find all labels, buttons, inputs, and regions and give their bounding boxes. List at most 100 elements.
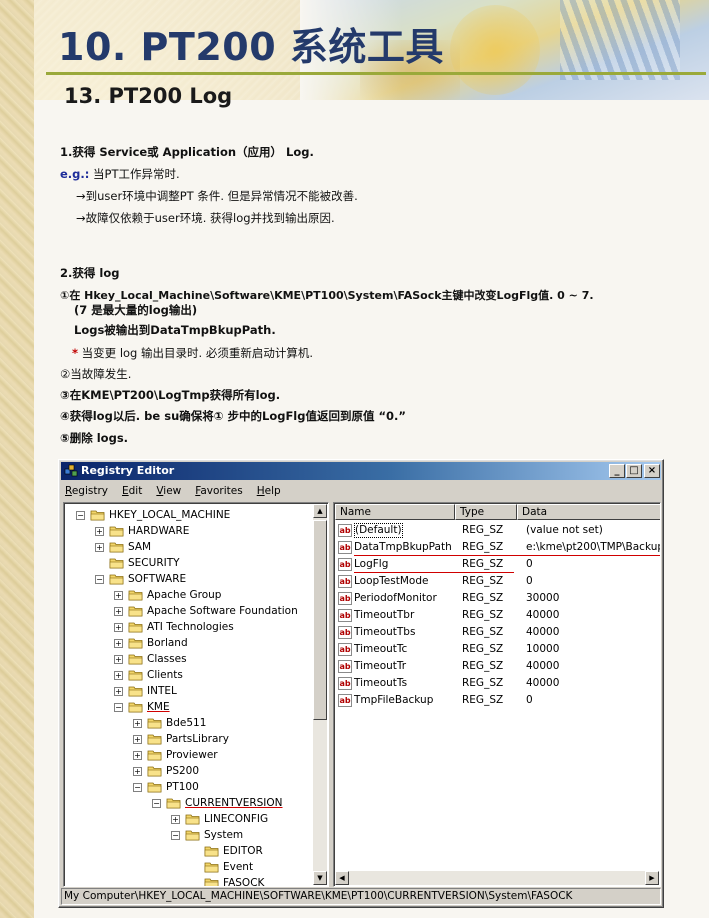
expand-icon[interactable]: + (133, 767, 142, 776)
expand-icon[interactable]: + (114, 591, 123, 600)
tree-item[interactable]: + ATI Technologies (64, 619, 314, 635)
value-row[interactable]: ab DataTmpBkupPath REG_SZ e:\kme\pt200\TMP\… (336, 539, 660, 556)
window-titlebar[interactable]: Registry Editor _ □ × (61, 462, 661, 480)
collapse-icon[interactable]: − (171, 831, 180, 840)
registry-editor-icon (64, 464, 78, 477)
tree-item[interactable]: SECURITY (64, 555, 314, 571)
tree-item-label: HARDWARE (128, 525, 190, 537)
list-header: Name Type Data (335, 504, 660, 520)
tree-vertical-scrollbar[interactable]: ▲ ▼ (313, 504, 327, 885)
value-row[interactable]: ab LogFlg REG_SZ 0 (336, 556, 656, 573)
close-button[interactable]: × (644, 464, 660, 478)
menu-item[interactable]: Favorites (193, 485, 244, 497)
folder-icon (128, 670, 143, 681)
expand-icon[interactable]: + (114, 655, 123, 664)
column-type-header[interactable]: Type (455, 504, 517, 520)
tree-item[interactable]: + PS200 (64, 763, 314, 779)
expand-icon[interactable]: + (133, 719, 142, 728)
collapse-icon[interactable]: − (95, 575, 104, 584)
expand-icon[interactable]: + (171, 815, 180, 824)
scroll-thumb[interactable] (313, 520, 327, 720)
collapse-icon[interactable]: − (152, 799, 161, 808)
value-type: REG_SZ (462, 541, 504, 553)
tree-item[interactable]: + Proviewer (64, 747, 314, 763)
logs-output-text: Logs被输出到DataTmpBkupPath. (74, 323, 276, 337)
column-name-header[interactable]: Name (335, 504, 455, 520)
tree-item[interactable]: − CURRENTVERSION (64, 795, 314, 811)
list-horizontal-scrollbar[interactable]: ◀ ▶ (335, 871, 659, 885)
value-row[interactable]: ab TimeoutTbs REG_SZ 40000 (336, 624, 656, 641)
menu-item[interactable]: Registry (63, 485, 110, 497)
value-row[interactable]: ab TimeoutTc REG_SZ 10000 (336, 641, 656, 658)
expand-icon[interactable]: + (133, 735, 142, 744)
tree-item-label: HKEY_LOCAL_MACHINE (109, 509, 231, 521)
expand-icon[interactable]: + (114, 623, 123, 632)
value-data: 30000 (526, 592, 560, 604)
value-data: 0 (526, 575, 533, 587)
string-value-icon: ab (338, 575, 352, 588)
tree-item[interactable]: + SAM (64, 539, 314, 555)
substep-1-note: (7 是最大量的log输出) (74, 303, 198, 317)
maximize-button[interactable]: □ (626, 464, 642, 478)
expand-icon[interactable]: + (133, 751, 142, 760)
highlight-underline (354, 572, 514, 573)
expand-icon[interactable]: + (95, 527, 104, 536)
tree-item[interactable]: + Clients (64, 667, 314, 683)
tree-item[interactable]: EDITOR (64, 843, 314, 859)
expand-icon[interactable]: + (114, 607, 123, 616)
collapse-icon[interactable]: − (76, 511, 85, 520)
menu-item[interactable]: Edit (120, 485, 144, 497)
value-data: 0 (526, 694, 533, 706)
value-row[interactable]: ab PeriodofMonitor REG_SZ 30000 (336, 590, 656, 607)
tree-item[interactable]: − KME (64, 699, 314, 715)
tree-item[interactable]: − SOFTWARE (64, 571, 314, 587)
tree-item[interactable]: + Apache Software Foundation (64, 603, 314, 619)
value-name: TimeoutTr (354, 660, 407, 672)
tree-item[interactable]: − HKEY_LOCAL_MACHINE (64, 507, 314, 523)
tree-item[interactable]: + LINECONFIG (64, 811, 314, 827)
expand-icon[interactable]: + (114, 687, 123, 696)
value-name: TimeoutTc (354, 643, 408, 655)
tree-item-label: System (204, 829, 244, 841)
value-data: e:\kme\pt200\TMP\Backup (526, 541, 661, 553)
string-value-icon: ab (338, 677, 352, 690)
expand-icon[interactable]: + (114, 671, 123, 680)
scroll-left-icon[interactable]: ◀ (335, 871, 349, 885)
scroll-up-icon[interactable]: ▲ (313, 504, 327, 518)
registry-tree[interactable]: ▲ ▼ − HKEY_LOCAL_MACHINE + HARDWARE + SAM SECU… (63, 502, 329, 887)
tree-item[interactable]: + PartsLibrary (64, 731, 314, 747)
tree-item[interactable]: Event (64, 859, 314, 875)
column-data-header[interactable]: Data (517, 504, 660, 520)
collapse-icon[interactable]: − (133, 783, 142, 792)
collapse-icon[interactable]: − (114, 703, 123, 712)
value-type: REG_SZ (462, 575, 504, 587)
value-row[interactable]: ab TmpFileBackup REG_SZ 0 (336, 692, 656, 709)
tree-item-label: PartsLibrary (166, 733, 229, 745)
menu-item[interactable]: View (154, 485, 183, 497)
title-divider (46, 72, 706, 75)
value-row[interactable]: ab (Default) REG_SZ (value not set) (336, 522, 656, 539)
tree-item[interactable]: + Borland (64, 635, 314, 651)
registry-values-list[interactable]: Name Type Data ◀ ▶ ab (Default) REG_SZ (val… (333, 502, 661, 887)
value-name: TmpFileBackup (354, 694, 434, 706)
tree-item[interactable]: − PT100 (64, 779, 314, 795)
scroll-down-icon[interactable]: ▼ (313, 871, 327, 885)
expand-icon[interactable]: + (95, 543, 104, 552)
value-row[interactable]: ab TimeoutTr REG_SZ 40000 (336, 658, 656, 675)
value-row[interactable]: ab LoopTestMode REG_SZ 0 (336, 573, 656, 590)
tree-item[interactable]: + Classes (64, 651, 314, 667)
menu-item[interactable]: Help (255, 485, 283, 497)
minimize-button[interactable]: _ (609, 464, 625, 478)
value-row[interactable]: ab TimeoutTbr REG_SZ 40000 (336, 607, 656, 624)
open-folder-icon (185, 830, 200, 841)
tree-item[interactable]: − System (64, 827, 314, 843)
tree-item[interactable]: + Apache Group (64, 587, 314, 603)
value-row[interactable]: ab TimeoutTs REG_SZ 40000 (336, 675, 656, 692)
tree-item[interactable]: FASOCK (64, 875, 314, 886)
expand-icon[interactable]: + (114, 639, 123, 648)
folder-icon (204, 846, 219, 857)
tree-item[interactable]: + Bde511 (64, 715, 314, 731)
tree-item[interactable]: + HARDWARE (64, 523, 314, 539)
scroll-right-icon[interactable]: ▶ (645, 871, 659, 885)
tree-item[interactable]: + INTEL (64, 683, 314, 699)
